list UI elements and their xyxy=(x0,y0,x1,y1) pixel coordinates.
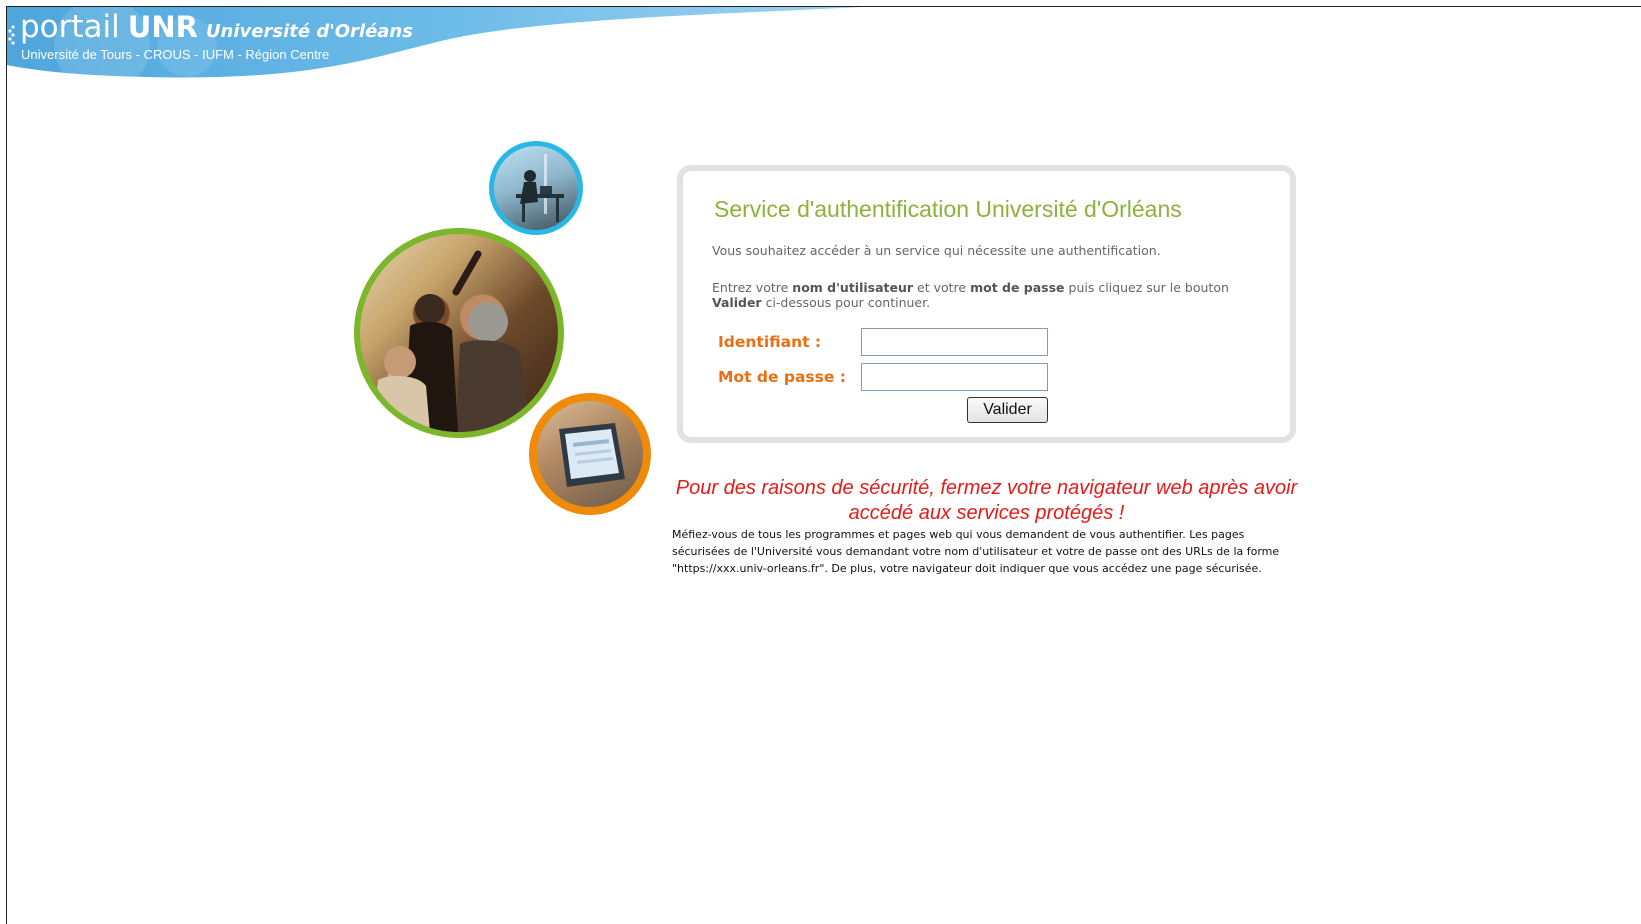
instructions-text-1: Entrez votre xyxy=(712,280,793,295)
students-classroom-photo xyxy=(354,228,564,438)
instructions-text-2: et votre xyxy=(913,280,971,295)
header-subtitle: Université de Tours - CROUS - IUFM - Rég… xyxy=(21,47,330,62)
username-label: Identifiant : xyxy=(718,333,822,351)
page: portail UNR Université d'Orléans Universit… xyxy=(0,0,1641,924)
student-at-computer-photo xyxy=(489,141,583,235)
security-advice: Méfiez-vous de tous les programmes et pa… xyxy=(672,528,1280,575)
security-warning: Pour des raisons de sécurité, fermez vot… xyxy=(675,477,1298,524)
computer-screen-photo xyxy=(529,393,651,515)
instructions-bold-password: mot de passe xyxy=(970,280,1065,295)
instructions-text-3: puis cliquez sur le bouton xyxy=(1064,280,1229,295)
password-input[interactable] xyxy=(861,363,1048,391)
login-title: Service d'authentification Université d'… xyxy=(714,196,1182,222)
logo-portail-text: portail xyxy=(20,9,120,45)
person-silhouette-icon xyxy=(516,154,564,222)
people-group-icon xyxy=(372,250,530,432)
portal-logo: portail UNR Université d'Orléans xyxy=(20,9,413,45)
login-panel: Service d'authentification Université d'… xyxy=(677,165,1296,443)
instructions-bold-username: nom d'utilisateur xyxy=(792,280,914,295)
instructions-bold-validate: Valider xyxy=(712,295,762,310)
logo-unr-text: UNR xyxy=(127,10,198,44)
login-intro-text: Vous souhaitez accéder à un service qui … xyxy=(712,243,1161,258)
validate-button[interactable]: Valider xyxy=(967,397,1048,423)
window-frame xyxy=(6,6,1641,924)
monitor-icon xyxy=(559,423,625,487)
instructions-text-4: ci-dessous pour continuer. xyxy=(761,295,931,310)
logo-university-text: Université d'Orléans xyxy=(205,21,413,42)
password-label: Mot de passe : xyxy=(718,368,846,386)
login-instructions: Entrez votre nom d'utilisateur et votre … xyxy=(712,280,1252,310)
username-input[interactable] xyxy=(861,328,1048,356)
header-banner: portail UNR Université d'Orléans Universit… xyxy=(7,7,907,87)
